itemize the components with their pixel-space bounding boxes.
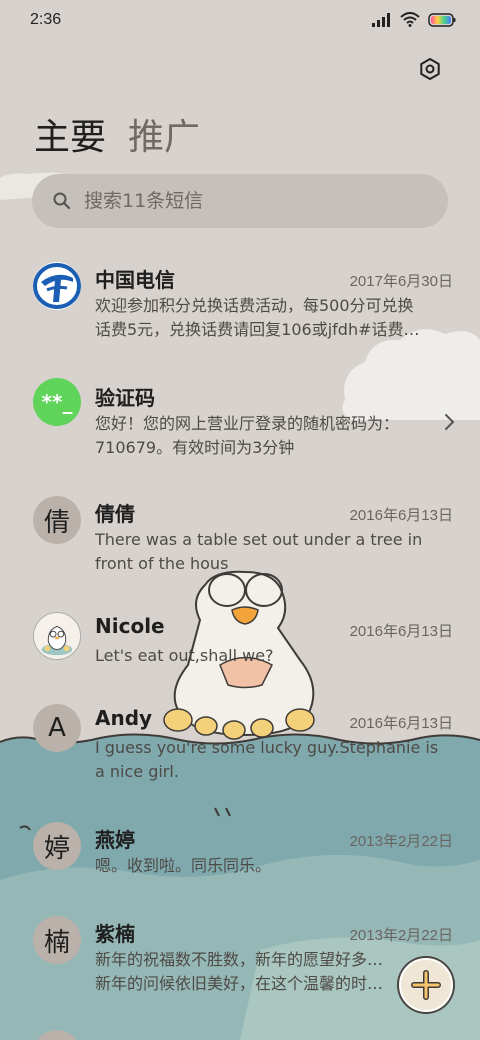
conversation-preview: 欢迎参加积分兑换话费活动，每500分可兑换 话费5元，兑换话费请回复106或jf… bbox=[95, 296, 420, 339]
conversation-item[interactable]: **_ 验证码 您好！您的网上营业厅登录的随机密码为： 710679。有效时间为… bbox=[0, 370, 480, 470]
avatar: 婷 bbox=[33, 822, 81, 870]
conversation-name: 紫楠 bbox=[95, 922, 135, 946]
conversation-item[interactable]: A Andy 2016年6月13日 I guess you're some lu… bbox=[0, 696, 480, 796]
conversation-name: 燕婷 bbox=[95, 828, 135, 852]
conversation-preview: There was a table set out under a tree i… bbox=[95, 530, 423, 573]
verification-code-icon: **_ bbox=[33, 378, 81, 426]
plus-icon bbox=[411, 970, 441, 1000]
conversation-preview: 新年的祝福数不胜数，新年的愿望好多好多， 新年的问候依旧美好，在这个温馨的时刻… bbox=[95, 950, 395, 993]
status-time: 2:36 bbox=[30, 11, 62, 28]
conversation-item[interactable]: Nicole 2016年6月13日 Let's eat out,shall we… bbox=[0, 602, 480, 682]
tab-promotions[interactable]: 推广 bbox=[128, 108, 200, 160]
search-bar[interactable] bbox=[32, 174, 448, 228]
battery-icon bbox=[428, 12, 456, 27]
conversation-item[interactable]: 婷 燕婷 2013年2月22日 嗯。收到啦。同乐同乐。 bbox=[0, 812, 480, 892]
conversation-name: Nicole bbox=[95, 614, 165, 638]
status-bar: 2:36 bbox=[0, 0, 480, 44]
wifi-icon bbox=[400, 12, 420, 27]
conversation-date: 2013年2月22日 bbox=[349, 927, 453, 944]
avatar: A bbox=[33, 704, 81, 752]
conversation-preview: I guess you're some lucky guy.Stephanie … bbox=[95, 738, 439, 781]
conversation-date: 2013年2月22日 bbox=[349, 833, 453, 850]
tab-primary[interactable]: 主要 bbox=[34, 108, 106, 160]
conversation-date: 2016年6月13日 bbox=[349, 623, 453, 640]
conversation-date: 2016年6月13日 bbox=[349, 507, 453, 524]
conversation-date: 2016年6月13日 bbox=[349, 715, 453, 732]
china-telecom-logo bbox=[33, 262, 81, 310]
settings-button[interactable] bbox=[413, 52, 447, 86]
conversation-name: 中国电信 bbox=[95, 268, 175, 292]
conversation-name: Andy bbox=[95, 706, 153, 730]
conversation-name: 验证码 bbox=[95, 386, 155, 410]
conversation-preview: 您好！您的网上营业厅登录的随机密码为： 710679。有效时间为3分钟 bbox=[95, 414, 400, 457]
chevron-right-icon[interactable] bbox=[442, 412, 458, 432]
search-icon bbox=[53, 192, 71, 210]
conversation-name: 倩倩 bbox=[95, 502, 135, 526]
conversation-item[interactable]: 中国电信 2017年6月30日 欢迎参加积分兑换话费活动，每500分可兑换 话费… bbox=[0, 252, 480, 352]
message-tabs: 主要 推广 bbox=[34, 108, 200, 160]
avatar: 楠 bbox=[33, 916, 81, 964]
conversation-item[interactable]: 倩 倩倩 2016年6月13日 There was a table set ou… bbox=[0, 486, 480, 586]
avatar: 倩 bbox=[33, 496, 81, 544]
messages-screen: 2:36 主要 推广 搜索11条短信 中国电信 2017年6月30日 欢迎参加积… bbox=[0, 0, 480, 1040]
goose-avatar bbox=[33, 612, 81, 660]
settings-icon bbox=[420, 58, 440, 80]
conversation-preview: Let's eat out,shall we? bbox=[95, 646, 274, 665]
conversation-preview: 嗯。收到啦。同乐同乐。 bbox=[95, 856, 272, 875]
conversation-date: 2017年6月30日 bbox=[349, 273, 453, 290]
search-input[interactable] bbox=[84, 190, 404, 212]
status-icons bbox=[372, 12, 456, 27]
new-message-button[interactable] bbox=[399, 958, 453, 1012]
signal-icon bbox=[372, 12, 390, 27]
